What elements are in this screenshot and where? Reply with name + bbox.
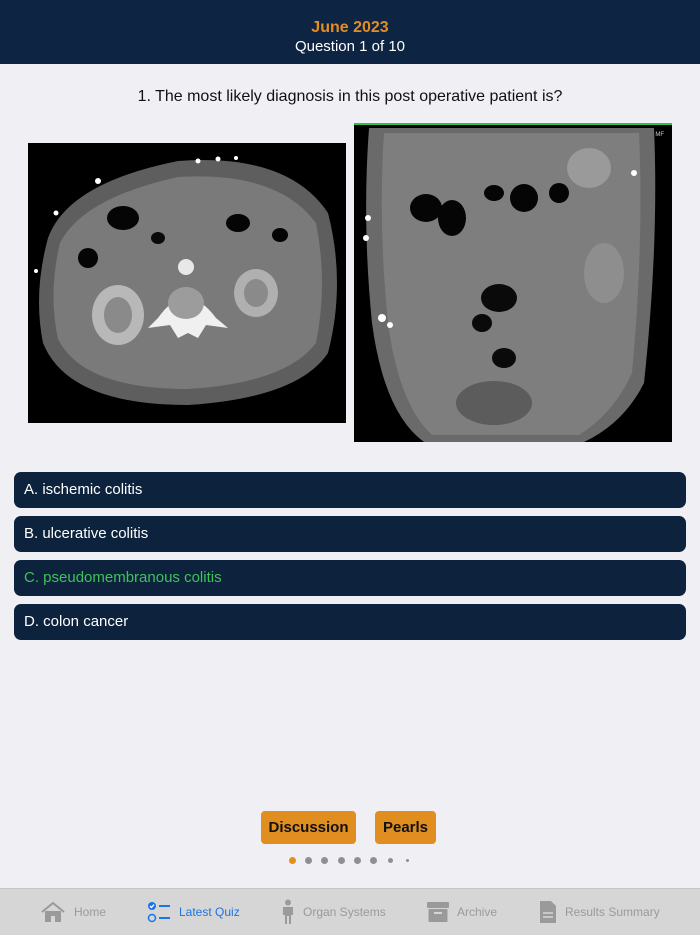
axial-ct-drawing: [28, 143, 346, 423]
checklist-icon: [147, 902, 170, 923]
tab-results-summary[interactable]: Results Summary: [539, 889, 660, 935]
page-indicator[interactable]: [0, 857, 700, 867]
tab-organ-systems[interactable]: Organ Systems: [281, 889, 386, 935]
tab-home[interactable]: Home: [40, 889, 106, 935]
page-dot[interactable]: [321, 857, 328, 864]
tab-archive-label: Archive: [457, 905, 498, 919]
quiz-header: June 2023 Question 1 of 10: [0, 0, 700, 64]
answer-option-d[interactable]: D. colon cancer: [14, 604, 686, 640]
question-counter: Question 1 of 10: [294, 38, 406, 55]
tab-latest-quiz[interactable]: Latest Quiz: [147, 889, 240, 935]
pearls-button[interactable]: Pearls: [375, 811, 436, 844]
discussion-button[interactable]: Discussion: [261, 811, 356, 844]
coronal-ct-drawing: MF: [354, 123, 672, 442]
coronal-corner-label: MF: [655, 132, 664, 138]
answer-option-a[interactable]: A. ischemic colitis: [14, 472, 686, 508]
archive-box-icon: [427, 902, 449, 922]
axial-ct-image[interactable]: [28, 143, 346, 423]
question-text: 1. The most likely diagnosis in this pos…: [137, 88, 563, 105]
tab-latest-quiz-label: Latest Quiz: [179, 905, 240, 919]
bottom-tab-bar: Home Latest Quiz Organ Systems Archive R…: [0, 888, 700, 935]
home-icon: [41, 901, 65, 922]
coronal-ct-image[interactable]: MF: [354, 123, 672, 442]
page-dot[interactable]: [354, 857, 361, 864]
quiz-month-title: June 2023: [311, 19, 389, 36]
page-dot[interactable]: [370, 857, 377, 864]
tab-home-label: Home: [74, 905, 107, 919]
tab-archive[interactable]: Archive: [427, 889, 497, 935]
tab-organ-systems-label: Organ Systems: [303, 905, 386, 919]
tab-results-summary-label: Results Summary: [565, 905, 660, 919]
person-icon: [283, 899, 293, 924]
page-dot[interactable]: [338, 857, 345, 864]
page-dot[interactable]: [388, 858, 393, 863]
page-dot[interactable]: [305, 857, 312, 864]
answer-option-b[interactable]: B. ulcerative colitis: [14, 516, 686, 552]
document-icon: [540, 901, 556, 923]
answer-option-c[interactable]: C. pseudomembranous colitis: [14, 560, 686, 596]
page-dot[interactable]: [406, 859, 409, 862]
page-dot-active[interactable]: [289, 857, 296, 864]
